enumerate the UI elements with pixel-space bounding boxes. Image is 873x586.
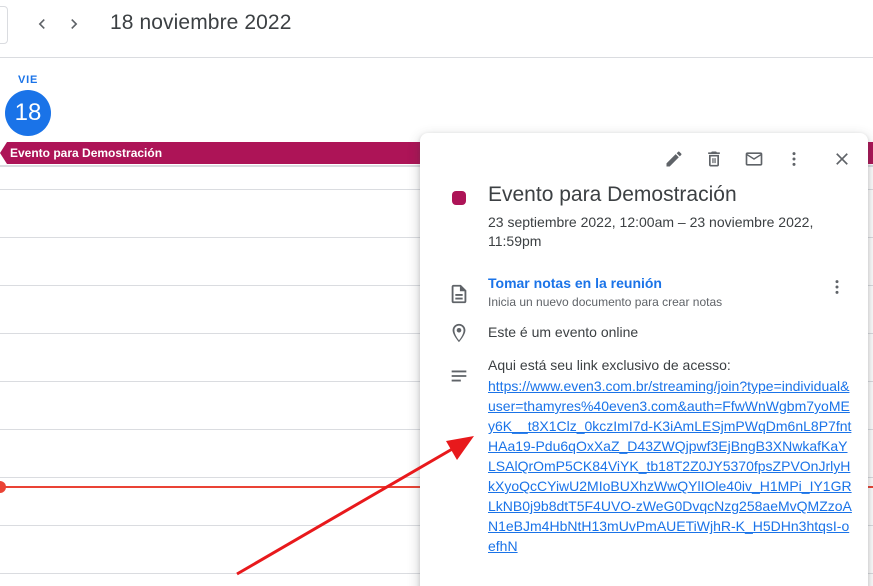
previous-day-button[interactable]: [28, 10, 56, 38]
event-details-popover: Evento para Demostración 23 septiembre 2…: [420, 133, 868, 586]
notes-more-button[interactable]: [825, 275, 849, 299]
chevron-left-icon: [38, 19, 45, 29]
edit-event-button[interactable]: [660, 145, 688, 173]
event-date-range: 23 septiembre 2022, 12:00am – 23 noviemb…: [488, 214, 814, 249]
email-guests-button[interactable]: [740, 145, 768, 173]
event-color-chip: [452, 191, 466, 205]
take-notes-link[interactable]: Tomar notas en la reunión: [488, 275, 662, 291]
chevron-right-icon: [71, 19, 78, 29]
more-vert-icon: [835, 280, 839, 294]
document-icon: [448, 283, 470, 305]
event-title: Evento para Demostración: [488, 183, 737, 206]
day-number-badge[interactable]: 18: [5, 90, 51, 136]
delete-event-button[interactable]: [700, 145, 728, 173]
pencil-icon: [666, 151, 682, 167]
description-icon: [448, 365, 470, 387]
mail-icon: [745, 152, 763, 166]
today-button[interactable]: [0, 6, 8, 44]
access-link[interactable]: https://www.even3.com.br/streaming/join?…: [488, 376, 852, 556]
close-popover-button[interactable]: [828, 145, 856, 173]
next-day-button[interactable]: [60, 10, 88, 38]
day-of-week-label: VIE: [18, 74, 39, 86]
event-location: Este é um evento online: [488, 324, 639, 340]
close-icon: [836, 153, 848, 165]
description-intro: Aqui está seu link exclusivo de acesso:: [488, 357, 731, 373]
current-time-dot: [0, 481, 6, 493]
calendar-page: 18 noviembre 2022 VIE 18 Evento para Dem…: [0, 0, 873, 586]
take-notes-subtitle: Inicia un nuevo documento para crear not…: [488, 295, 723, 309]
more-vert-icon: [792, 152, 796, 166]
location-pin-icon: [448, 322, 470, 344]
current-date-title: 18 noviembre 2022: [110, 11, 292, 34]
calendar-header: 18 noviembre 2022: [0, 0, 873, 58]
more-options-button[interactable]: [780, 145, 808, 173]
trash-icon: [708, 151, 720, 167]
